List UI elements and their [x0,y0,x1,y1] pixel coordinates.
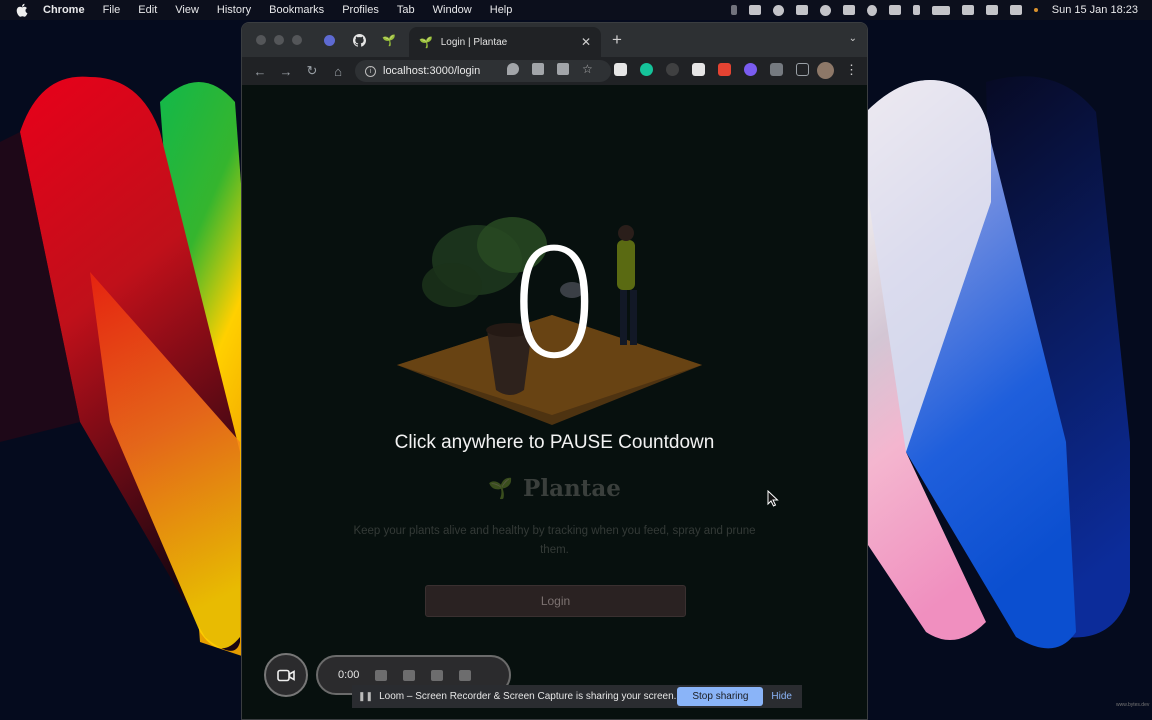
bookmark-star-icon[interactable]: ☆ [582,63,594,75]
close-tab-icon[interactable]: ✕ [581,35,591,49]
extensions [614,63,809,76]
network-icon[interactable] [888,5,901,15]
browser-toolbar: ← → ↻ ⌂ i localhost:3000/login ☆ ⋮ [242,57,867,85]
puzzle-icon[interactable] [770,63,783,76]
sharing-message: Loom – Screen Recorder & Screen Capture … [379,691,677,702]
screen-sharing-bar: ❚❚ Loom – Screen Recorder & Screen Captu… [352,685,802,708]
menu-help[interactable]: Help [490,4,513,16]
reload-icon[interactable]: ↻ [300,59,324,83]
trash-icon[interactable] [459,669,472,681]
menu-app-chrome[interactable]: Chrome [43,4,85,16]
minimize-window-button[interactable] [274,35,284,45]
menubar-clock[interactable]: Sun 15 Jan 18:23 [1052,4,1138,16]
calendar-icon[interactable] [842,5,855,15]
close-window-button[interactable] [256,35,266,45]
login-button[interactable]: Login [425,585,686,617]
keyboard-icon[interactable] [985,5,998,15]
moon-icon[interactable] [866,4,877,16]
sprout-icon: 🌱 [382,34,396,47]
watermark: www.bytes.dev [1116,702,1150,708]
instapaper-icon[interactable] [614,63,627,76]
creative-cloud-icon[interactable] [772,4,784,16]
github-icon [352,33,366,47]
omnibox-actions: ☆ [507,63,594,75]
window-controls [256,35,302,45]
pinned-tabs: 🌱 [316,27,402,53]
forward-arrow-icon[interactable]: → [274,59,298,83]
zoom-window-button[interactable] [292,35,302,45]
sprout-logo-icon: 🌱 [488,478,514,500]
url-text: localhost:3000/login [383,65,481,77]
side-panel-icon[interactable] [796,63,809,76]
pinned-tab-plantae[interactable]: 🌱 [376,27,402,53]
colorful-extension-icon[interactable] [744,63,757,76]
camera-icon[interactable] [532,63,544,75]
menu-file[interactable]: File [103,4,121,16]
menubar-status-area: Sun 15 Jan 18:23 [730,0,1138,20]
drag-handle-icon[interactable]: ❚❚ [358,691,373,702]
mouse-cursor-icon [767,490,779,507]
location-icon[interactable] [507,63,519,75]
linear-icon [323,34,335,46]
disabled-extension-icon[interactable] [666,63,679,76]
notion-clipper-icon[interactable] [692,63,705,76]
dropbox-icon[interactable] [748,5,761,15]
stop-sharing-button[interactable]: Stop sharing [677,687,764,706]
home-icon[interactable]: ⌂ [326,59,350,83]
menu-profiles[interactable]: Profiles [342,4,379,16]
record-icon[interactable] [819,4,831,16]
battery-icon[interactable] [931,5,950,15]
pause-countdown-message[interactable]: Click anywhere to PAUSE Countdown [242,432,867,454]
countdown-number[interactable]: 0 [242,225,867,385]
todoist-icon[interactable] [718,63,731,76]
wifi-icon[interactable] [961,5,974,15]
tab-title: Login | Plantae [440,36,508,48]
bluetooth-icon[interactable] [912,5,920,15]
loom-timer: 0:00 [338,669,360,681]
menu-tab[interactable]: Tab [397,4,415,16]
back-arrow-icon[interactable]: ← [248,59,272,83]
page-content[interactable]: 0 Click anywhere to PAUSE Countdown 🌱 Pl… [242,85,867,719]
grammarly-icon[interactable] [640,63,653,76]
loom-camera-button[interactable] [264,653,308,697]
chevron-down-icon[interactable]: ⌄ [849,33,857,44]
site-info-icon[interactable]: i [365,65,376,77]
video-camera-icon [277,669,295,681]
tagline: Keep your plants alive and healthy by tr… [353,525,756,556]
menu-bookmarks[interactable]: Bookmarks [269,4,324,16]
new-tab-icon[interactable]: + [612,30,622,50]
recording-dot-icon [1033,8,1038,12]
tab-strip: 🌱 🌱 Login | Plantae ✕ + ⌄ [242,23,867,57]
apple-icon[interactable] [15,3,29,17]
microphone-icon[interactable] [730,5,737,15]
undo-icon[interactable] [403,669,416,681]
menu-edit[interactable]: Edit [138,4,157,16]
wallpaper-left [0,22,260,720]
sprout-favicon-icon: 🌱 [419,36,433,49]
control-center-icon[interactable] [1009,5,1022,15]
menu-history[interactable]: History [217,4,251,16]
pause-icon[interactable] [431,669,444,681]
chrome-window: 🌱 🌱 Login | Plantae ✕ + ⌄ ← → ↻ ⌂ i loca… [241,22,868,720]
menu-view[interactable]: View [175,4,199,16]
brand-name: Plantae [523,475,621,502]
profile-avatar[interactable] [817,62,834,79]
menu-window[interactable]: Window [433,4,472,16]
macos-menubar: Chrome File Edit View History Bookmarks … [0,0,1152,20]
hide-button[interactable]: Hide [771,691,792,702]
more-options-icon[interactable]: ⋮ [845,62,858,78]
notion-icon[interactable] [795,5,808,15]
tab-active[interactable]: 🌱 Login | Plantae ✕ [409,27,601,57]
wallpaper-right [866,22,1152,720]
pinned-tab-linear[interactable] [316,27,342,53]
pinned-tab-github[interactable] [346,27,372,53]
share-icon[interactable] [557,63,569,75]
grid-icon[interactable] [375,669,388,681]
